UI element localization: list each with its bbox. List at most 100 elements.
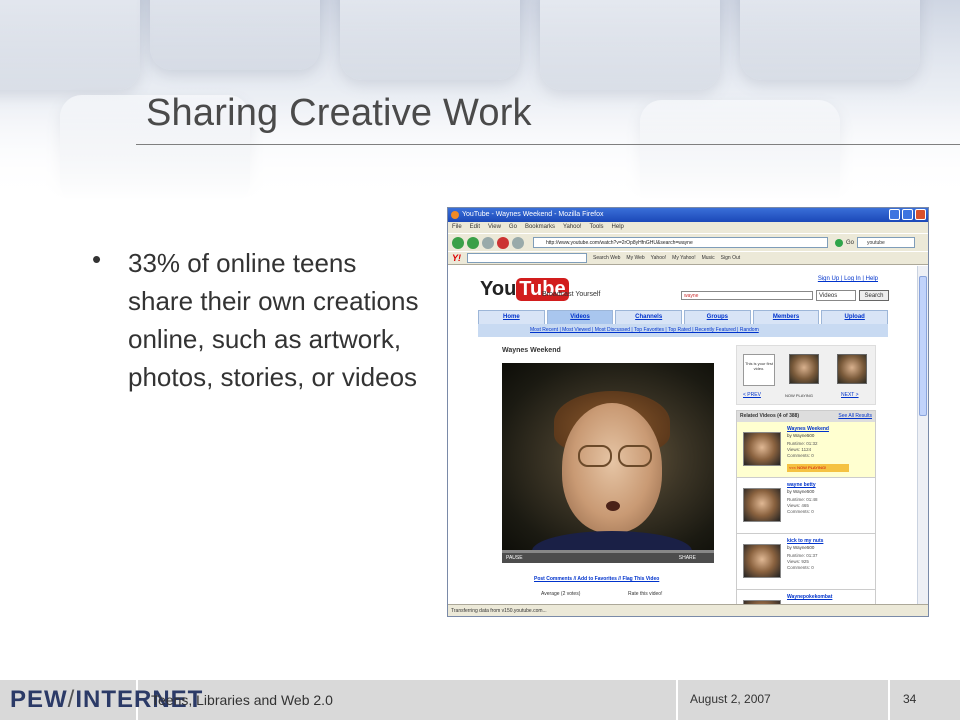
video-frame-face	[562, 403, 662, 533]
menu-tools[interactable]: Tools	[590, 222, 604, 233]
yahoo-my-yahoo[interactable]: My Yahoo!	[672, 255, 695, 261]
tab-channels[interactable]: Channels	[615, 310, 683, 324]
footer-date: August 2, 2007	[690, 692, 771, 706]
bullet-text: 33% of online teens share their own crea…	[128, 248, 419, 392]
see-all-results-link[interactable]: See All Results	[838, 411, 872, 422]
browser-screenshot: YouTube - Waynes Weekend - Mozilla Firef…	[447, 207, 929, 617]
window-title: YouTube - Waynes Weekend - Mozilla Firef…	[462, 211, 604, 218]
tab-upload[interactable]: Upload	[821, 310, 889, 324]
tab-members[interactable]: Members	[752, 310, 820, 324]
related-thumbnail[interactable]	[743, 544, 781, 578]
video-action-links[interactable]: Post Comments // Add to Favorites // Fla…	[534, 576, 659, 582]
related-thumbnail[interactable]	[743, 432, 781, 466]
reload-icon[interactable]	[482, 236, 494, 249]
yahoo-search-web[interactable]: Search Web	[593, 255, 620, 261]
video-player[interactable]	[502, 363, 714, 553]
minimize-icon[interactable]	[889, 209, 900, 220]
related-thumbnail[interactable]	[743, 488, 781, 522]
home-icon[interactable]	[512, 236, 524, 249]
video-controls: PAUSE SHARE	[502, 553, 714, 563]
window-titlebar: YouTube - Waynes Weekend - Mozilla Firef…	[448, 208, 928, 222]
video-frame-mouth	[606, 501, 620, 511]
share-button[interactable]: SHARE	[679, 553, 696, 563]
youtube-page: You Tube Broadcast Yourself Sign Up | Log…	[448, 266, 918, 605]
menu-edit[interactable]: Edit	[470, 222, 480, 233]
related-item-author[interactable]: by Wayne500	[787, 433, 814, 438]
tab-videos[interactable]: Videos	[546, 310, 614, 324]
now-playing-badge: <<< NOW PLAYING!	[787, 464, 849, 472]
go-button[interactable]: Go	[846, 240, 854, 246]
menu-go[interactable]: Go	[509, 222, 517, 233]
related-comments: Comments: 0	[787, 509, 814, 514]
yahoo-yahoo[interactable]: Yahoo!	[651, 255, 666, 261]
logo-pew: PEW	[10, 686, 68, 713]
url-bar[interactable]: http://www.youtube.com/watch?v=2rOp8yHfn…	[533, 237, 828, 248]
video-frame-glasses	[618, 445, 652, 467]
browser-search-input[interactable]: youtube	[857, 237, 916, 248]
page-scrollbar[interactable]	[917, 266, 928, 605]
related-item-author[interactable]: by Wayne500	[787, 545, 814, 550]
close-icon[interactable]	[915, 209, 926, 220]
related-videos: Related Videos (4 of 388) See All Result…	[736, 410, 876, 605]
yahoo-music[interactable]: Music	[702, 255, 715, 261]
search-button[interactable]: Search	[859, 290, 889, 301]
rating-average: Average (2 votes)	[541, 591, 581, 597]
related-item[interactable]: Waynes Weekend by Wayne500 Runtime: 01:3…	[737, 422, 875, 478]
related-item-title[interactable]: Waynepokekombat	[787, 594, 832, 600]
related-comments: Comments: 0	[787, 565, 814, 570]
yahoo-logo[interactable]: Y!	[452, 253, 461, 263]
menu-bar: File Edit View Go Bookmarks Yahoo! Tools…	[448, 222, 928, 233]
menu-view[interactable]: View	[488, 222, 501, 233]
related-title: Related Videos (4 of 388)	[740, 413, 800, 419]
menu-bookmarks[interactable]: Bookmarks	[525, 222, 555, 233]
related-item[interactable]: Waynepokekombat	[737, 590, 875, 605]
rate-this-video[interactable]: Rate this video!	[628, 591, 662, 597]
navigation-toolbar: http://www.youtube.com/watch?v=2rOp8yHfn…	[448, 233, 928, 251]
queue-next-link[interactable]: NEXT >	[841, 392, 859, 398]
footer-title: Teens, Libraries and Web 2.0	[151, 692, 333, 708]
menu-help[interactable]: Help	[612, 222, 624, 233]
queue-first-video: This is your first video.	[743, 354, 775, 386]
related-item[interactable]: wayne betty by Wayne500 Runtime: 01:48 V…	[737, 478, 875, 534]
firefox-icon	[451, 211, 459, 219]
browser-status-bar: Transferring data from v150.youtube.com.…	[448, 604, 928, 616]
youtube-search-input[interactable]: wayne	[681, 291, 813, 300]
related-item-title[interactable]: kick to my nuts	[787, 538, 823, 544]
search-scope-select[interactable]: Videos	[816, 290, 856, 301]
related-item-title[interactable]: Waynes Weekend	[787, 426, 829, 432]
queue-now-thumb[interactable]	[789, 354, 819, 384]
related-item-author[interactable]: by Wayne500	[787, 489, 814, 494]
queue-prev-link[interactable]: < PREV	[743, 392, 761, 398]
queue-now-playing: NOW PLAYING	[785, 393, 813, 398]
queue-next-thumb[interactable]	[837, 354, 867, 384]
back-icon[interactable]	[452, 236, 464, 249]
yahoo-toolbar: Y! Search Web My Web Yahoo! My Yahoo! Mu…	[448, 251, 928, 265]
tab-groups[interactable]: Groups	[684, 310, 751, 324]
footer-divider	[676, 680, 678, 720]
forward-icon[interactable]	[467, 236, 479, 249]
yahoo-sign-out[interactable]: Sign Out	[721, 255, 740, 261]
video-queue: This is your first video. < PREV NOW PLA…	[736, 345, 876, 405]
yahoo-search-input[interactable]	[467, 253, 587, 263]
video-subnav[interactable]: Most Recent | Most Viewed | Most Discuss…	[478, 324, 888, 337]
youtube-tagline: Broadcast Yourself	[542, 291, 601, 298]
menu-file[interactable]: File	[452, 222, 462, 233]
pause-button[interactable]: PAUSE	[506, 553, 523, 563]
title-divider	[136, 144, 960, 145]
menu-yahoo[interactable]: Yahoo!	[563, 222, 582, 233]
account-links[interactable]: Sign Up | Log In | Help	[818, 276, 878, 282]
logo-you: You	[480, 278, 517, 300]
related-item-meta: Runtime: 01:48 Views: 465 Comments: 0	[787, 497, 818, 515]
tab-home[interactable]: Home	[478, 310, 545, 324]
related-comments: Comments: 0	[787, 453, 814, 458]
related-item-title[interactable]: wayne betty	[787, 482, 816, 488]
video-title: Waynes Weekend	[502, 347, 561, 354]
maximize-icon[interactable]	[902, 209, 913, 220]
related-item[interactable]: kick to my nuts by Wayne500 Runtime: 01:…	[737, 534, 875, 590]
yahoo-my-web[interactable]: My Web	[626, 255, 644, 261]
scrollbar-thumb[interactable]	[919, 276, 927, 416]
go-icon[interactable]	[835, 238, 843, 247]
stop-icon[interactable]	[497, 236, 509, 249]
slide-title: Sharing Creative Work	[146, 92, 532, 134]
bullet-marker: •	[92, 244, 102, 274]
